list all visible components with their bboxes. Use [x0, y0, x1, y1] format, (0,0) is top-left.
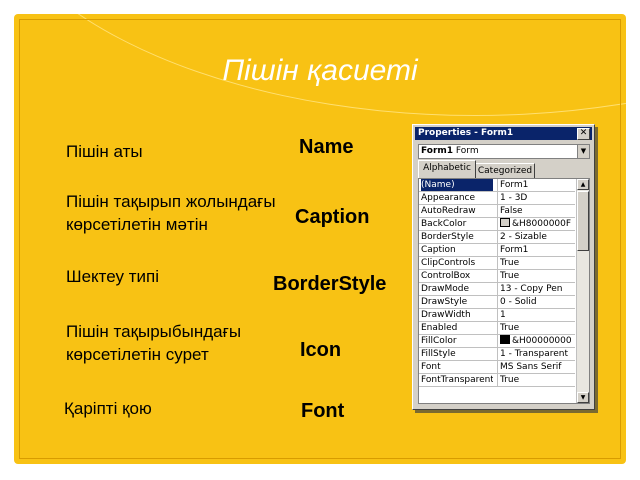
scrollbar-thumb[interactable]	[577, 191, 589, 251]
property-row[interactable]: ControlBox True	[419, 270, 575, 283]
slide-title: Пішін қасиеті	[222, 54, 418, 87]
keyword-caption: Caption	[295, 206, 370, 228]
property-row[interactable]: Font MS Sans Serif	[419, 361, 575, 374]
object-selector[interactable]: Form1 Form ▼	[418, 144, 590, 159]
properties-window: Properties - Form1 ✕ Form1 Form ▼ Alphab…	[412, 124, 595, 410]
scroll-up-icon[interactable]: ▲	[577, 179, 589, 190]
property-row[interactable]: BackColor &H8000000F	[419, 218, 575, 231]
color-swatch	[500, 335, 510, 344]
label-border-type: Шектеу типі	[66, 267, 160, 286]
property-row[interactable]: FontTransparent True	[419, 374, 575, 387]
label-form-caption: Пішін тақырып жолындағы көрсетілетін мәт…	[66, 192, 276, 234]
label-set-font: Қаріпті қою	[64, 399, 152, 418]
property-row[interactable]: Appearance 1 - 3D	[419, 192, 575, 205]
color-swatch	[500, 218, 510, 227]
scroll-down-icon[interactable]: ▼	[577, 392, 589, 403]
property-row[interactable]: FillStyle 1 - Transparent	[419, 348, 575, 361]
label-form-name: Пішін аты	[66, 142, 143, 161]
property-row[interactable]: BorderStyle 2 - Sizable	[419, 231, 575, 244]
label-form-icon: Пішін тақырыбындағы көрсетілетін сурет	[66, 322, 242, 364]
properties-title-bar[interactable]: Properties - Form1 ✕	[415, 127, 592, 140]
property-row[interactable]: (Name) Form1	[419, 179, 575, 192]
keyword-borderstyle: BorderStyle	[273, 273, 387, 295]
property-grid: (Name) Form1 Appearance 1 - 3D AutoRedraw F…	[418, 178, 590, 404]
keyword-icon: Icon	[300, 339, 342, 361]
keyword-font: Font	[301, 400, 345, 422]
property-row[interactable]: FillColor &H00000000	[419, 335, 575, 348]
keyword-name: Name	[299, 136, 354, 158]
close-icon[interactable]: ✕	[577, 128, 590, 140]
vertical-scrollbar[interactable]: ▲ ▼	[576, 179, 589, 403]
property-row[interactable]: Caption Form1	[419, 244, 575, 257]
property-row[interactable]: DrawStyle 0 - Solid	[419, 296, 575, 309]
object-name: Form1	[421, 146, 454, 156]
property-row[interactable]: ClipControls True	[419, 257, 575, 270]
property-row[interactable]: DrawWidth 1	[419, 309, 575, 322]
properties-title: Properties - Form1	[418, 128, 514, 138]
property-row[interactable]: AutoRedraw False	[419, 205, 575, 218]
property-row[interactable]: Enabled True	[419, 322, 575, 335]
property-row[interactable]: DrawMode 13 - Copy Pen	[419, 283, 575, 296]
object-type: Form	[455, 146, 479, 156]
chevron-down-icon[interactable]: ▼	[577, 145, 589, 158]
tab-categorized[interactable]: Categorized	[475, 163, 535, 178]
tab-alphabetic[interactable]: Alphabetic	[418, 160, 476, 178]
